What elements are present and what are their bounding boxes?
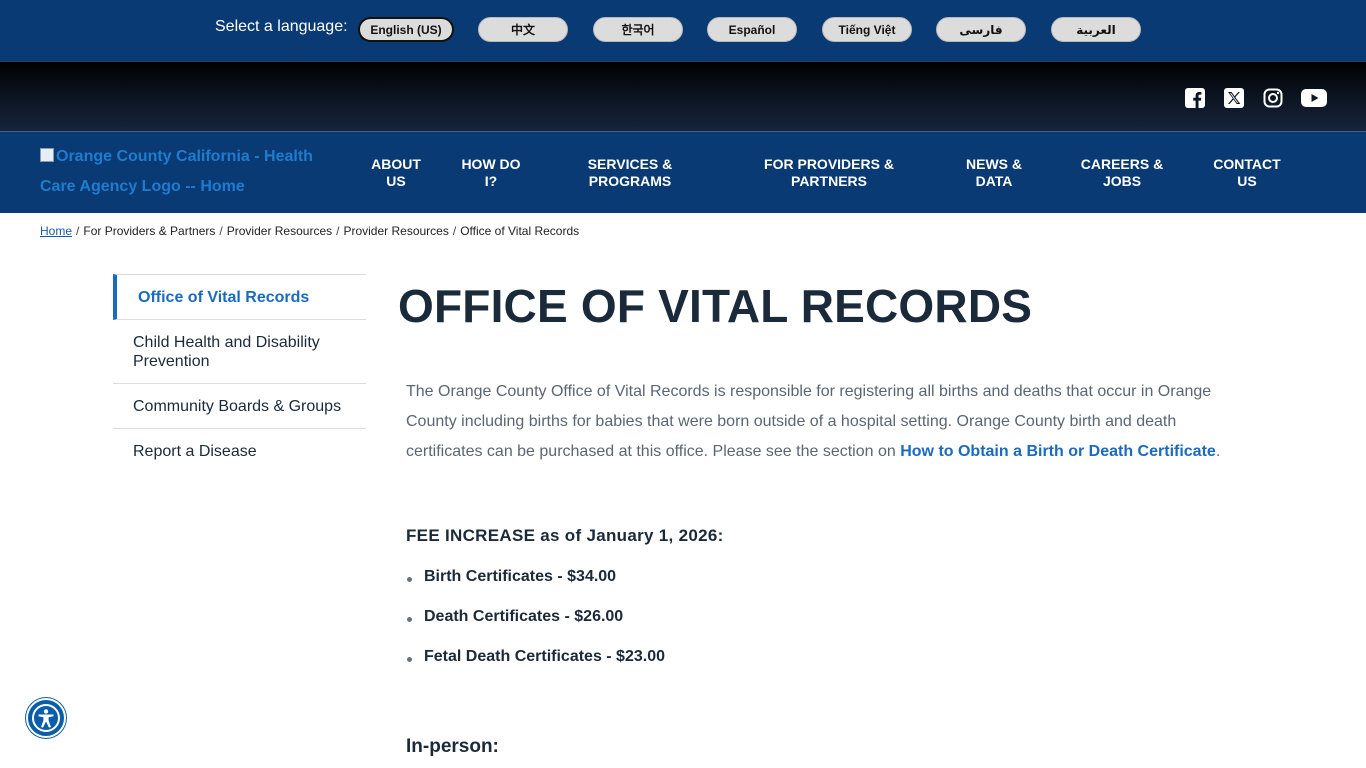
broken-image-icon <box>40 148 54 162</box>
bullet-icon <box>407 577 412 582</box>
breadcrumb-item[interactable]: Provider Resources <box>343 224 448 238</box>
breadcrumb: Home / For Providers & Partners / Provider R… <box>40 224 580 238</box>
nav-item-news-data[interactable]: NEWS & DATA <box>959 156 1029 190</box>
sidebar-item-community-boards[interactable]: Community Boards & Groups <box>113 384 366 429</box>
language-button-farsi[interactable]: فارسی <box>936 17 1026 42</box>
accessibility-button[interactable] <box>26 698 66 738</box>
youtube-icon[interactable] <box>1301 87 1327 109</box>
main-navigation: Orange County California - Health Care A… <box>0 131 1366 213</box>
list-item: Birth Certificates - $34.00 <box>406 564 665 604</box>
fee-list: Birth Certificates - $34.00 Death Certif… <box>406 564 665 684</box>
instagram-icon[interactable] <box>1262 87 1284 109</box>
bullet-icon <box>407 657 412 662</box>
bullet-icon <box>407 617 412 622</box>
breadcrumb-current: Office of Vital Records <box>460 224 580 238</box>
accessibility-icon <box>32 704 60 732</box>
x-icon[interactable] <box>1223 87 1245 109</box>
language-button-english[interactable]: English (US) <box>358 17 454 42</box>
list-item: Death Certificates - $26.00 <box>406 604 665 644</box>
nav-item-careers-jobs[interactable]: CAREERS & JOBS <box>1072 156 1172 190</box>
birth-death-certificate-link[interactable]: How to Obtain a Birth or Death Certifica… <box>900 443 1216 460</box>
language-button-vietnamese[interactable]: Tiếng Việt <box>822 17 912 42</box>
facebook-icon[interactable] <box>1184 87 1206 109</box>
sidebar-item-office-of-vital-records[interactable]: Office of Vital Records <box>113 274 366 320</box>
list-item: Fetal Death Certificates - $23.00 <box>406 644 665 684</box>
sidebar-item-report-a-disease[interactable]: Report a Disease <box>113 429 366 474</box>
nav-item-for-providers-partners[interactable]: FOR PROVIDERS & PARTNERS <box>754 156 904 190</box>
language-label: Select a language: <box>215 18 348 35</box>
breadcrumb-item[interactable]: Provider Resources <box>227 224 332 238</box>
breadcrumb-item[interactable]: For Providers & Partners <box>83 224 215 238</box>
nav-item-services-programs[interactable]: SERVICES & PROGRAMS <box>575 156 685 190</box>
in-person-heading: In-person: <box>406 736 499 757</box>
language-button-arabic[interactable]: العربية <box>1051 17 1141 42</box>
language-button-korean[interactable]: 한국어 <box>593 17 683 42</box>
language-button-spanish[interactable]: Español <box>707 17 797 42</box>
fee-increase-heading: FEE INCREASE as of January 1, 2026: <box>406 526 724 545</box>
breadcrumb-home-link[interactable]: Home <box>40 224 72 238</box>
language-bar: Select a language: English (US) 中文 한국어 E… <box>0 0 1366 61</box>
logo-alt-text: Orange County California - Health Care A… <box>40 148 313 195</box>
intro-paragraph: The Orange County Office of Vital Record… <box>406 383 1221 460</box>
language-button-chinese[interactable]: 中文 <box>478 17 568 42</box>
sidebar-item-child-health[interactable]: Child Health and Disability Prevention <box>113 320 366 384</box>
page-title: OFFICE OF VITAL RECORDS <box>398 280 1033 332</box>
nav-item-how-do-i[interactable]: HOW DO I? <box>456 156 526 190</box>
section-sidebar: Office of Vital Records Child Health and… <box>113 274 366 474</box>
nav-item-contact-us[interactable]: CONTACT US <box>1207 156 1287 190</box>
nav-item-about-us[interactable]: ABOUT US <box>366 156 426 190</box>
social-bar <box>0 61 1366 131</box>
home-logo-link[interactable]: Orange County California - Health Care A… <box>40 142 330 202</box>
